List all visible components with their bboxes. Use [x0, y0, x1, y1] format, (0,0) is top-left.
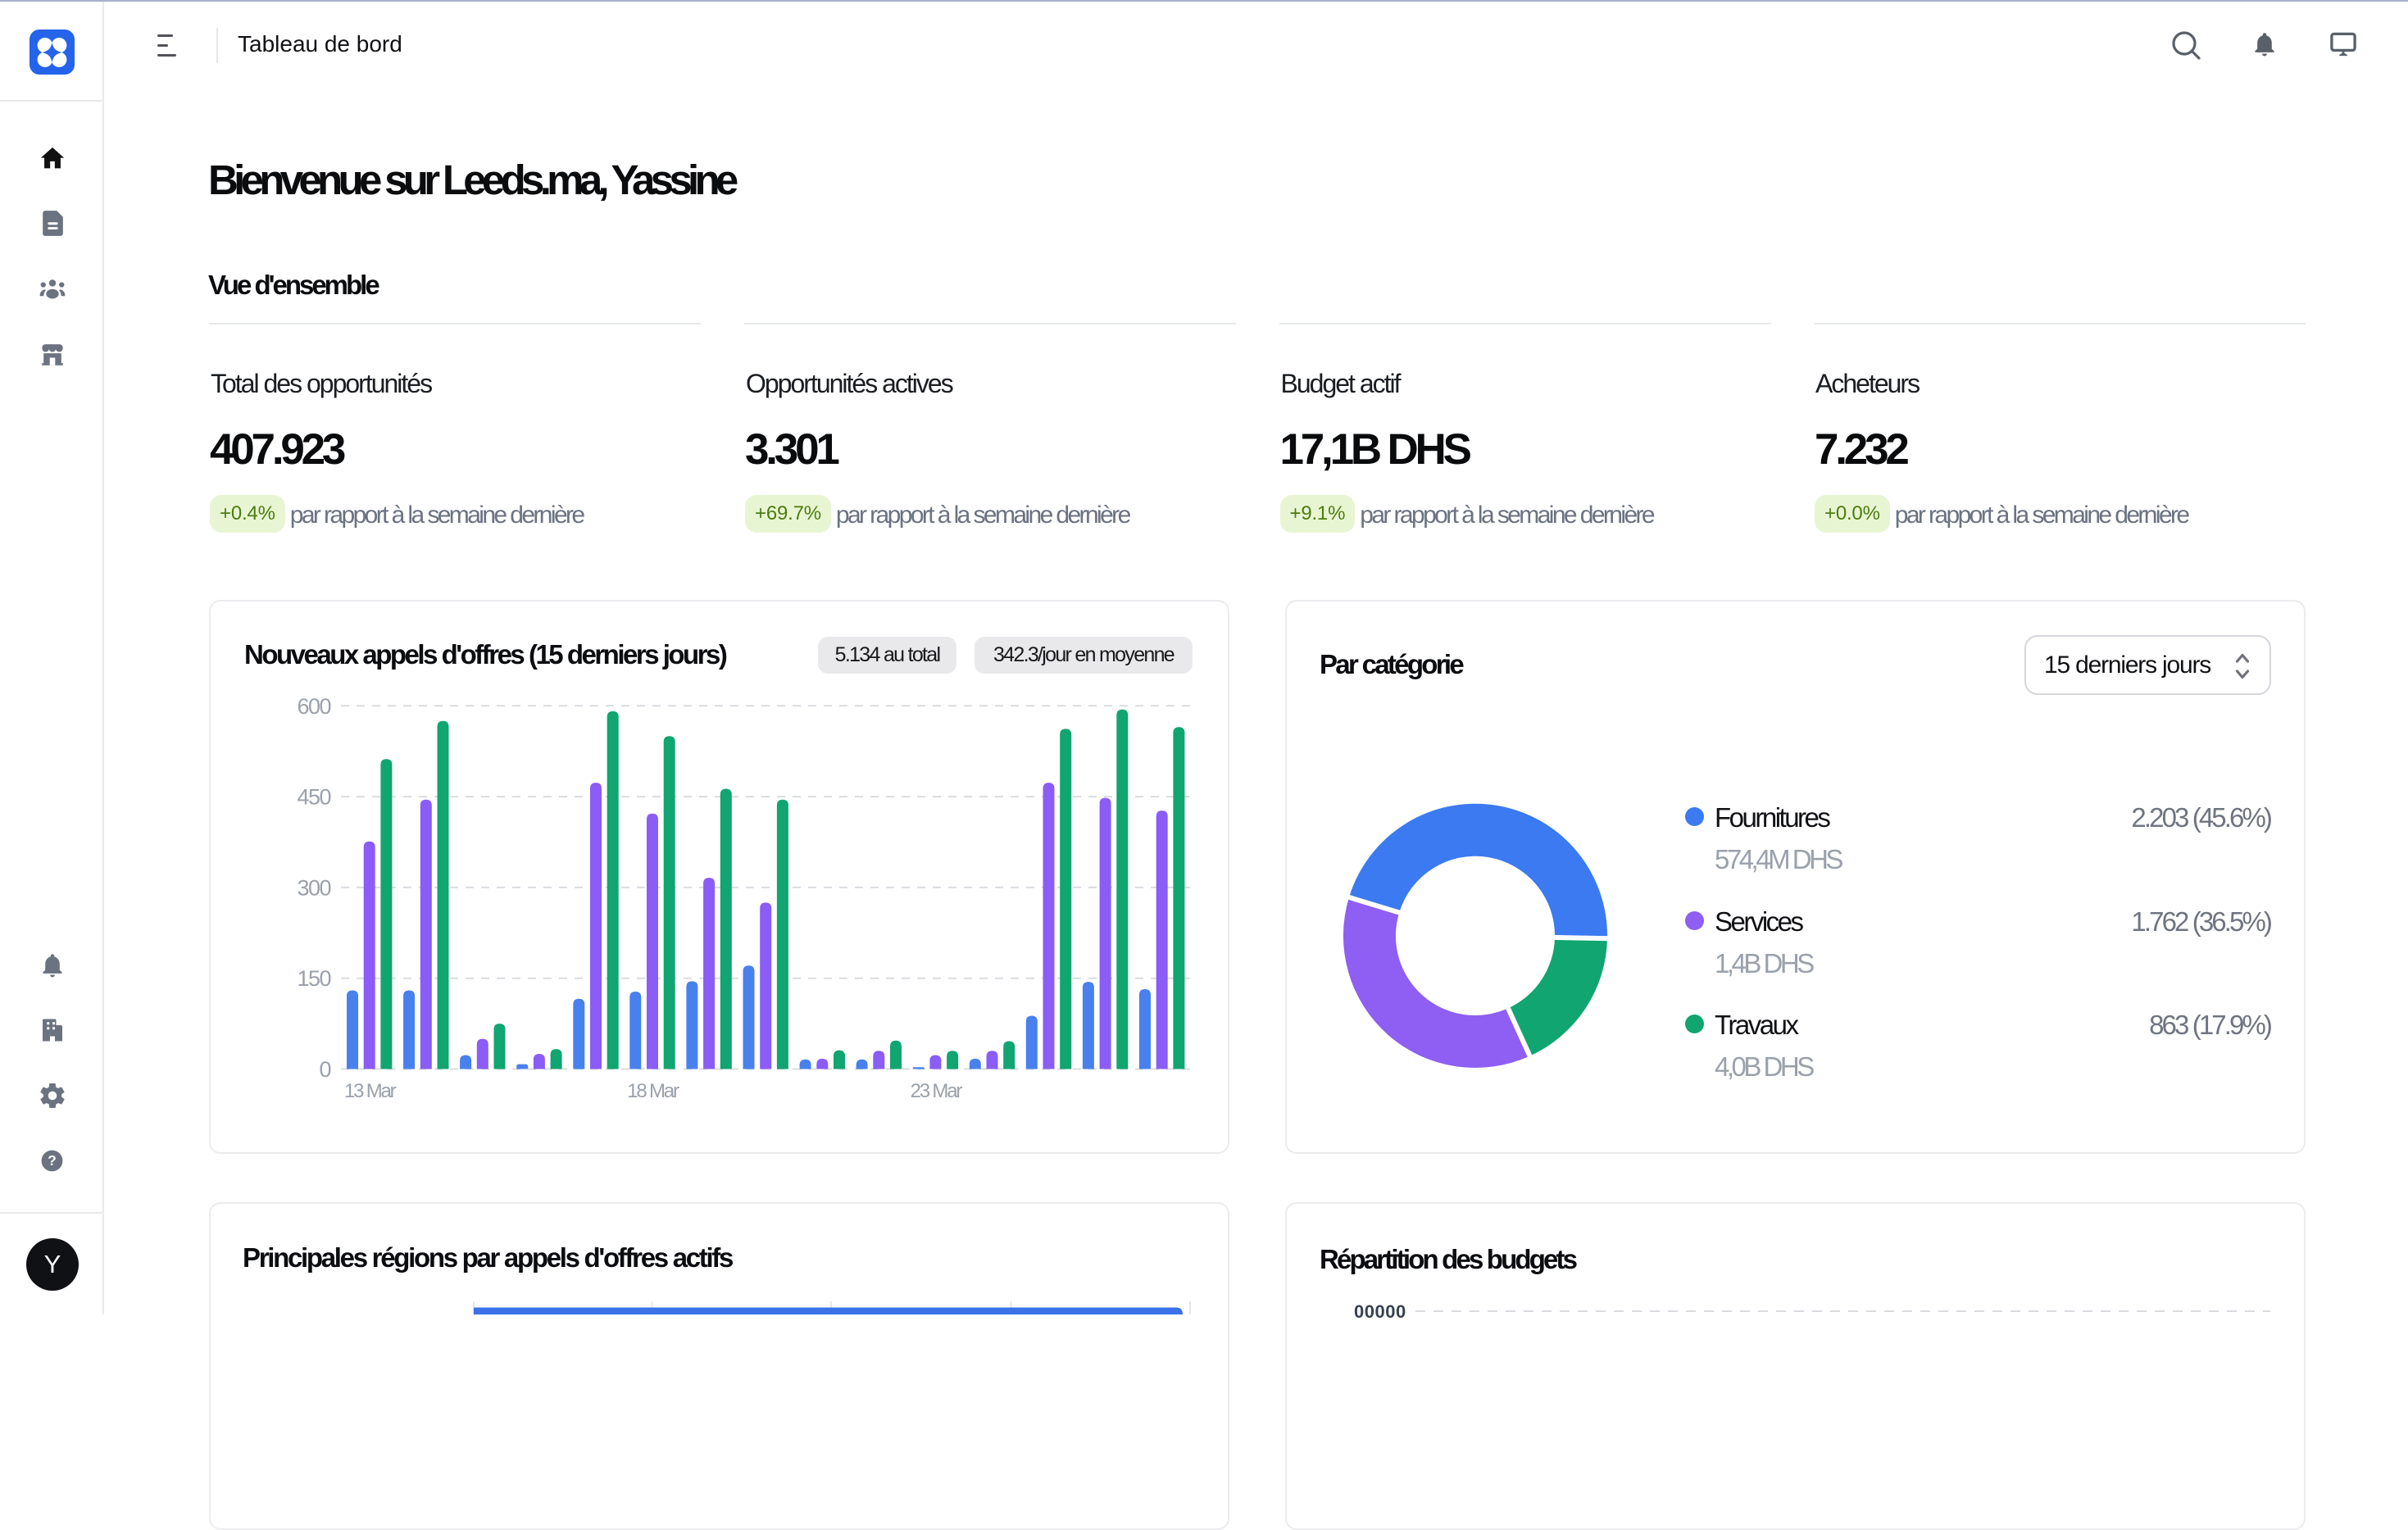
svg-text:150: 150	[297, 966, 330, 991]
svg-text:18 Mar: 18 Mar	[627, 1080, 679, 1102]
svg-text:0: 0	[319, 1057, 330, 1082]
svg-text:23 Mar: 23 Mar	[911, 1080, 963, 1102]
svg-text:450: 450	[297, 785, 330, 810]
svg-text:300: 300	[297, 875, 330, 900]
svg-text:600: 600	[297, 694, 330, 719]
svg-text:?: ?	[48, 1152, 57, 1169]
svg-text:13 Mar: 13 Mar	[344, 1080, 397, 1102]
